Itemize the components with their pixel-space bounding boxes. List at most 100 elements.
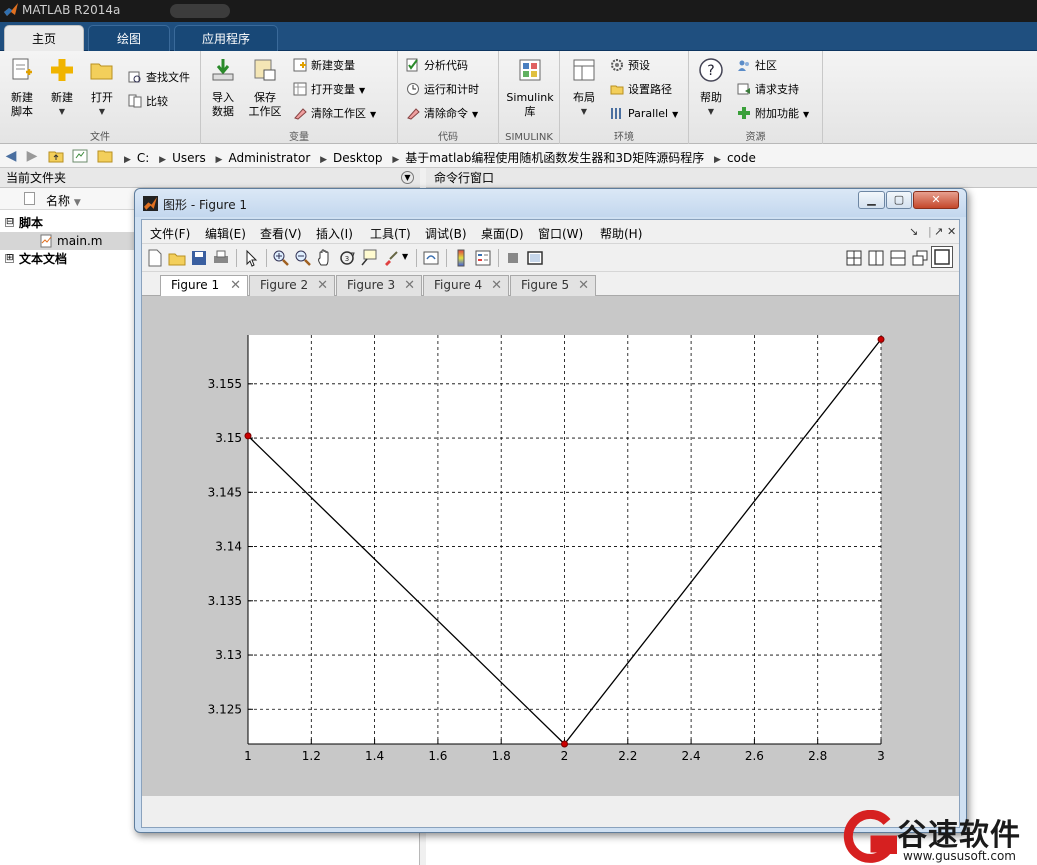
- close-tab-icon[interactable]: ✕: [317, 276, 328, 295]
- analyze-code-button[interactable]: 分析代码: [406, 56, 468, 76]
- brush-dropdown-icon[interactable]: ▼: [402, 252, 408, 261]
- set-path-button[interactable]: 设置路径: [610, 80, 672, 100]
- breadcrumb-item[interactable]: Desktop: [333, 151, 383, 165]
- rotate-3d-icon[interactable]: 3: [338, 249, 356, 267]
- menu-edit[interactable]: 编辑(E): [205, 225, 246, 242]
- tab-plots[interactable]: 绘图: [88, 25, 170, 51]
- parallel-button[interactable]: Parallel ▼: [610, 104, 678, 124]
- figure-menubar: 文件(F) 编辑(E) 查看(V) 插入(I) 工具(T) 调试(B) 桌面(D…: [142, 220, 959, 244]
- link-plot-icon[interactable]: [422, 249, 440, 267]
- up-folder-icon[interactable]: [48, 148, 64, 164]
- brush-icon[interactable]: [382, 249, 400, 267]
- line-plot[interactable]: 1 1.2 1.4 1.6 1.8 2 2.2 2.4 2.6 2.8 3 3.125 3.13 3.13…: [142, 296, 959, 796]
- tab-figure-2[interactable]: Figure 2 ✕: [249, 275, 335, 296]
- add-ons-button[interactable]: 附加功能 ▼: [737, 104, 809, 124]
- simulink-library-button[interactable]: Simulink 库: [505, 57, 555, 125]
- float-window-icon[interactable]: [911, 249, 929, 267]
- file-item[interactable]: main.m: [0, 232, 134, 250]
- breadcrumb-item[interactable]: C:: [137, 151, 149, 165]
- menu-debug[interactable]: 调试(B): [425, 225, 467, 242]
- tab-figure-4[interactable]: Figure 4 ✕: [423, 275, 509, 296]
- menu-file[interactable]: 文件(F): [150, 225, 190, 242]
- new-figure-icon[interactable]: [146, 249, 164, 267]
- layout-button[interactable]: 布局 ▼: [564, 57, 604, 125]
- open-file-icon[interactable]: [168, 249, 186, 267]
- back-arrow-icon[interactable]: ◀: [3, 148, 19, 164]
- compare-button[interactable]: 比较: [128, 92, 168, 112]
- tile-columns-icon[interactable]: [867, 249, 885, 267]
- zoom-in-icon[interactable]: [272, 249, 290, 267]
- zoom-out-icon[interactable]: [294, 249, 312, 267]
- new-button[interactable]: 新建 ▼: [42, 57, 82, 125]
- find-files-button[interactable]: 查找文件: [128, 68, 190, 88]
- save-workspace-icon: [254, 59, 276, 81]
- tab-apps[interactable]: 应用程序: [174, 25, 278, 51]
- tab-figure-1[interactable]: Figure 1 ✕: [160, 275, 248, 297]
- panel-menu-icon[interactable]: ▼: [401, 171, 414, 184]
- x-tick-label: 1: [244, 749, 252, 763]
- import-data-button[interactable]: 导入 数据: [203, 57, 243, 125]
- maximize-button[interactable]: ▢: [886, 191, 912, 209]
- gususoft-logo-icon: [843, 810, 897, 863]
- menu-tools[interactable]: 工具(T): [370, 225, 411, 242]
- breadcrumb-item[interactable]: 基于matlab编程使用随机函数发生器和3D矩阵源码程序: [405, 151, 704, 165]
- clear-commands-button[interactable]: 清除命令 ▼: [406, 104, 478, 124]
- compare-icon: [128, 94, 142, 108]
- tile-grid-icon[interactable]: [845, 249, 863, 267]
- legend-icon[interactable]: [474, 249, 492, 267]
- watermark-url: www.gususoft.com: [903, 849, 1016, 863]
- column-name[interactable]: 名称 ▼: [46, 192, 81, 209]
- menu-window[interactable]: 窗口(W): [538, 225, 583, 242]
- menu-desktop[interactable]: 桌面(D): [481, 225, 524, 242]
- svg-text:3: 3: [345, 255, 349, 263]
- close-tab-icon[interactable]: ✕: [404, 276, 415, 295]
- tab-figure-5[interactable]: Figure 5 ✕: [510, 275, 596, 296]
- request-support-icon: [737, 83, 750, 95]
- save-icon[interactable]: [190, 249, 208, 267]
- tab-home[interactable]: 主页: [4, 25, 84, 51]
- community-button[interactable]: 社区: [737, 56, 777, 76]
- run-and-time-button[interactable]: 运行和计时: [406, 80, 479, 100]
- menu-help[interactable]: 帮助(H): [600, 225, 642, 242]
- m-file-icon: [40, 234, 52, 248]
- maximize-tile-button[interactable]: [931, 246, 953, 268]
- menu-insert[interactable]: 插入(I): [316, 225, 353, 242]
- colorbar-icon[interactable]: [452, 249, 470, 267]
- forward-arrow-icon[interactable]: ▶: [24, 148, 40, 164]
- show-tools-icon[interactable]: [526, 249, 544, 267]
- folder-icon: [97, 148, 113, 164]
- parallel-icon: [611, 108, 621, 119]
- close-tab-icon[interactable]: ✕: [578, 276, 589, 295]
- open-button[interactable]: 打开 ▼: [82, 57, 122, 125]
- help-button[interactable]: ? 帮助 ▼: [691, 57, 731, 125]
- figure-titlebar[interactable]: 图形 - Figure 1 ▁ ▢ ✕: [135, 189, 966, 217]
- dock-arrow-icon[interactable]: ↗: [934, 225, 943, 238]
- hide-tools-icon[interactable]: [504, 249, 522, 267]
- tab-figure-3[interactable]: Figure 3 ✕: [336, 275, 422, 296]
- open-variable-button[interactable]: 打开变量 ▼: [293, 80, 365, 100]
- tile-rows-icon[interactable]: [889, 249, 907, 267]
- close-figure-icon[interactable]: ✕: [947, 225, 956, 238]
- menu-view[interactable]: 查看(V): [260, 225, 302, 242]
- close-tab-icon[interactable]: ✕: [230, 276, 241, 295]
- browse-folder-icon[interactable]: [72, 148, 88, 164]
- new-variable-button[interactable]: 新建变量: [293, 56, 355, 76]
- request-support-button[interactable]: 请求支持: [737, 80, 799, 100]
- breadcrumb-item[interactable]: code: [727, 151, 756, 165]
- print-icon[interactable]: [212, 249, 230, 267]
- breadcrumb-item[interactable]: Users: [172, 151, 206, 165]
- breadcrumb-item[interactable]: Administrator: [228, 151, 310, 165]
- undock-arrow-icon[interactable]: ↘: [909, 225, 918, 238]
- save-workspace-button[interactable]: 保存 工作区: [245, 57, 285, 125]
- pan-hand-icon[interactable]: [316, 249, 334, 267]
- minimize-button[interactable]: ▁: [858, 191, 885, 209]
- data-cursor-icon[interactable]: [360, 249, 378, 267]
- close-button[interactable]: ✕: [913, 191, 959, 209]
- clear-workspace-button[interactable]: 清除工作区 ▼: [293, 104, 376, 124]
- new-script-button[interactable]: 新建 脚本: [2, 57, 42, 125]
- expand-icon[interactable]: ⊞: [5, 254, 14, 263]
- pointer-icon[interactable]: [242, 249, 260, 267]
- preferences-button[interactable]: 预设: [610, 56, 650, 76]
- close-tab-icon[interactable]: ✕: [491, 276, 502, 295]
- collapse-icon[interactable]: ⊟: [5, 218, 14, 227]
